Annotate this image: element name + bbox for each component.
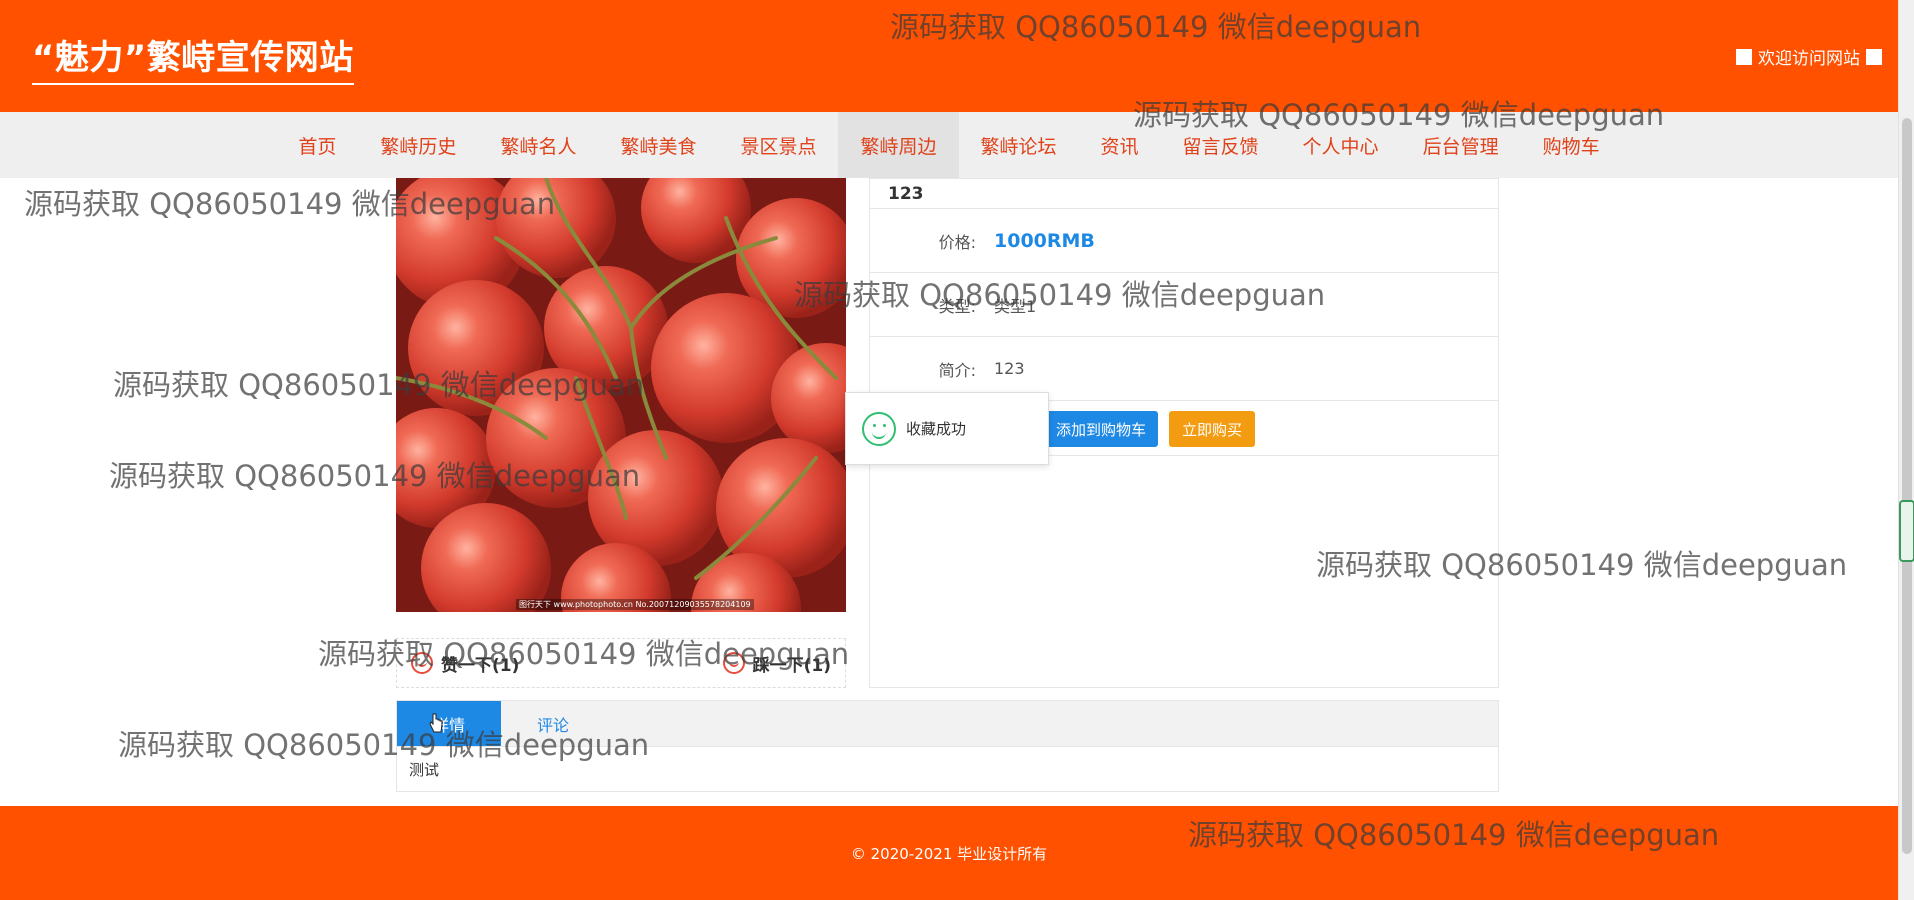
detail-tabs: 详情 评论 测试	[396, 700, 1499, 792]
price-row: 价格: 1000RMB	[870, 209, 1498, 273]
nav-item-surroundings[interactable]: 繁峙周边	[838, 112, 959, 178]
price-value: 1000RMB	[994, 229, 1095, 252]
nav-item-forum[interactable]: 繁峙论坛	[959, 112, 1079, 178]
nav-item-food[interactable]: 繁峙美食	[598, 112, 718, 178]
nav-item-news[interactable]: 资讯	[1079, 112, 1161, 178]
dislike-icon	[722, 652, 745, 674]
type-row: 类型: 类型1	[870, 273, 1498, 337]
cherries-photo-icon	[396, 178, 846, 612]
vertical-scrollbar[interactable]	[1898, 0, 1914, 900]
scroll-marker-icon	[1899, 500, 1914, 562]
copyright-text: © 2020-2021 毕业设计所有	[850, 844, 1048, 863]
price-label: 价格:	[938, 232, 976, 252]
scrollbar-thumb[interactable]	[1902, 118, 1912, 854]
tab-content: 测试	[409, 761, 440, 779]
tab-header: 详情 评论	[397, 701, 1498, 747]
page: “魅力”繁峙宣传网站 欢迎访问网站 首页 繁峙历史 繁峙名人 繁峙美食 景区景点…	[0, 0, 1914, 900]
toast-text: 收藏成功	[906, 420, 967, 438]
intro-value: 123	[994, 359, 1025, 378]
nav-item-profile[interactable]: 个人中心	[1281, 112, 1401, 178]
tab-comments[interactable]: 评论	[501, 701, 605, 746]
nav-item-history[interactable]: 繁峙历史	[358, 112, 478, 178]
buy-now-button[interactable]: 立即购买	[1169, 411, 1255, 447]
site-header: “魅力”繁峙宣传网站 欢迎访问网站	[0, 0, 1898, 112]
like-label: 赞一下(1)	[441, 655, 520, 676]
like-icon	[411, 652, 433, 674]
dislike-label: 踩一下(1)	[752, 655, 831, 676]
smile-icon	[862, 411, 896, 446]
product-name: 123	[870, 179, 1498, 209]
like-button[interactable]: 赞一下(1)	[411, 651, 519, 676]
type-label: 类型:	[938, 296, 976, 316]
nav-item-feedback[interactable]: 留言反馈	[1161, 112, 1281, 178]
main-nav: 首页 繁峙历史 繁峙名人 繁峙美食 景区景点 繁峙周边 繁峙论坛 资讯 留言反馈…	[0, 112, 1898, 178]
site-footer: © 2020-2021 毕业设计所有	[0, 806, 1898, 900]
type-value: 类型1	[994, 296, 1037, 316]
hand-cursor-icon	[429, 713, 443, 733]
image-caption: 图行天下 www.photophoto.cn No.20071209035578…	[516, 599, 754, 610]
nav-item-admin[interactable]: 后台管理	[1401, 112, 1521, 178]
dislike-button[interactable]: 踩一下(1)	[722, 651, 831, 676]
add-to-cart-button[interactable]: 添加到购物车	[1044, 411, 1158, 447]
nav-item-attractions[interactable]: 景区景点	[718, 112, 838, 178]
nav-item-home[interactable]: 首页	[276, 112, 358, 178]
intro-label: 简介:	[938, 360, 976, 380]
site-title[interactable]: “魅力”繁峙宣传网站	[32, 30, 354, 85]
tab-details[interactable]: 详情	[397, 701, 501, 746]
nav-item-cart[interactable]: 购物车	[1521, 112, 1622, 178]
welcome-text: 欢迎访问网站	[1758, 49, 1860, 69]
square-icon	[1736, 48, 1752, 65]
welcome-area: 欢迎访问网站	[1736, 44, 1882, 69]
success-toast: 收藏成功	[845, 392, 1049, 465]
square-icon	[1866, 48, 1882, 65]
vote-bar: 赞一下(1) 踩一下(1)	[396, 638, 846, 688]
nav-item-celebrities[interactable]: 繁峙名人	[478, 112, 598, 178]
product-image: 图行天下 www.photophoto.cn No.20071209035578…	[396, 178, 846, 612]
